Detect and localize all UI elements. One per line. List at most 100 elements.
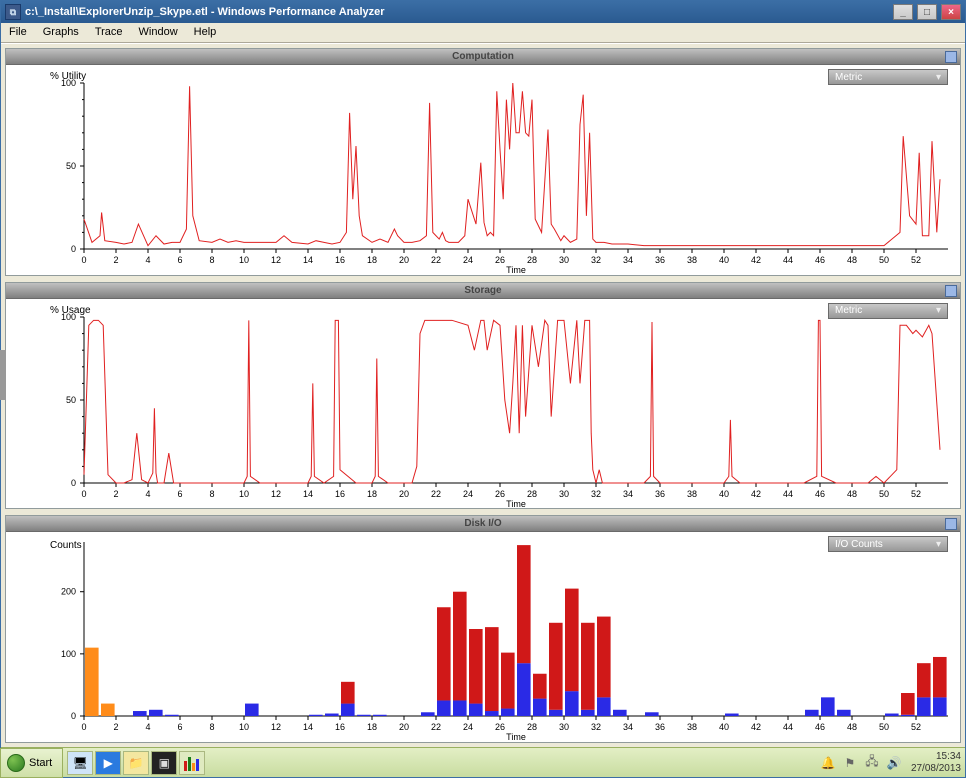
svg-text:12: 12: [271, 489, 281, 499]
svg-text:20: 20: [399, 722, 409, 732]
chart-dropdown-metric[interactable]: Metric: [828, 303, 948, 319]
panel-collapse-icon[interactable]: [945, 518, 957, 530]
maximize-button[interactable]: □: [917, 4, 937, 20]
svg-text:40: 40: [719, 255, 729, 265]
svg-text:14: 14: [303, 255, 313, 265]
taskbar-item[interactable]: 🖥: [67, 751, 93, 775]
taskbar-item[interactable]: ▶: [95, 751, 121, 775]
svg-text:24: 24: [463, 722, 473, 732]
close-button[interactable]: ×: [941, 4, 961, 20]
svg-text:6: 6: [177, 255, 182, 265]
panel-title: Storage: [464, 285, 501, 296]
svg-text:48: 48: [847, 722, 857, 732]
app-icon: ⧉: [5, 4, 21, 20]
svg-text:14: 14: [303, 489, 313, 499]
svg-text:200: 200: [61, 587, 76, 597]
svg-text:50: 50: [879, 489, 889, 499]
menu-help[interactable]: Help: [186, 23, 225, 42]
svg-text:26: 26: [495, 489, 505, 499]
tray-network-icon[interactable]: 🖧: [863, 754, 881, 772]
panel-collapse-icon[interactable]: [945, 285, 957, 297]
svg-text:28: 28: [527, 255, 537, 265]
svg-text:30: 30: [559, 722, 569, 732]
svg-text:8: 8: [209, 489, 214, 499]
svg-text:18: 18: [367, 489, 377, 499]
taskbar-item[interactable]: [179, 751, 205, 775]
svg-text:28: 28: [527, 722, 537, 732]
chart-dropdown-metric[interactable]: Metric: [828, 69, 948, 85]
svg-text:20: 20: [399, 489, 409, 499]
tray-sound-icon[interactable]: 🔊: [885, 754, 903, 772]
svg-text:50: 50: [66, 395, 76, 405]
taskbar-item[interactable]: ▣: [151, 751, 177, 775]
svg-text:26: 26: [495, 722, 505, 732]
svg-text:36: 36: [655, 722, 665, 732]
svg-text:46: 46: [815, 255, 825, 265]
minimize-button[interactable]: _: [893, 4, 913, 20]
taskbar-item[interactable]: 📁: [123, 751, 149, 775]
svg-text:22: 22: [431, 489, 441, 499]
svg-text:48: 48: [847, 489, 857, 499]
svg-text:50: 50: [879, 722, 889, 732]
svg-text:42: 42: [751, 722, 761, 732]
svg-text:4: 4: [145, 722, 150, 732]
svg-text:16: 16: [335, 722, 345, 732]
svg-text:32: 32: [591, 722, 601, 732]
svg-text:18: 18: [367, 722, 377, 732]
panel-title: Disk I/O: [464, 518, 501, 529]
svg-text:0: 0: [71, 478, 76, 488]
panel-header[interactable]: Disk I/O: [6, 516, 960, 532]
menu-window[interactable]: Window: [131, 23, 186, 42]
svg-text:52: 52: [911, 255, 921, 265]
svg-text:10: 10: [239, 255, 249, 265]
panel-header[interactable]: Computation: [6, 49, 960, 65]
svg-text:14: 14: [303, 722, 313, 732]
svg-text:52: 52: [911, 489, 921, 499]
svg-text:32: 32: [591, 489, 601, 499]
svg-text:34: 34: [623, 489, 633, 499]
clock[interactable]: 15:34 27/08/2013: [911, 751, 961, 775]
svg-text:% Utility: % Utility: [50, 71, 86, 82]
svg-text:0: 0: [71, 711, 76, 721]
panel-collapse-icon[interactable]: [945, 51, 957, 63]
svg-text:10: 10: [239, 489, 249, 499]
svg-text:10: 10: [239, 722, 249, 732]
svg-text:34: 34: [623, 722, 633, 732]
svg-text:8: 8: [209, 255, 214, 265]
svg-text:30: 30: [559, 255, 569, 265]
svg-text:12: 12: [271, 255, 281, 265]
svg-text:28: 28: [527, 489, 537, 499]
svg-text:36: 36: [655, 489, 665, 499]
svg-text:% Usage: % Usage: [50, 305, 91, 316]
svg-text:Time: Time: [506, 499, 526, 509]
svg-text:24: 24: [463, 489, 473, 499]
svg-text:30: 30: [559, 489, 569, 499]
window-title: c:\_Install\ExplorerUnzip_Skype.etl - Wi…: [25, 6, 385, 18]
menu-trace[interactable]: Trace: [87, 23, 131, 42]
chart-computation[interactable]: Metric 050100024681012141618202224262830…: [6, 65, 960, 275]
menu-file[interactable]: File: [1, 23, 35, 42]
svg-text:2: 2: [113, 722, 118, 732]
chart-dropdown-iocounts[interactable]: I/O Counts: [828, 536, 948, 552]
svg-text:16: 16: [335, 255, 345, 265]
chart-diskio[interactable]: I/O Counts 01002000246810121416182022242…: [6, 532, 960, 742]
start-button[interactable]: Start: [0, 748, 63, 778]
svg-text:50: 50: [879, 255, 889, 265]
svg-text:2: 2: [113, 489, 118, 499]
svg-text:20: 20: [399, 255, 409, 265]
svg-text:42: 42: [751, 489, 761, 499]
taskbar: Start 🖥 ▶ 📁 ▣ 🔔 ⚑ 🖧 🔊 15:34 27/08/2013: [1, 747, 965, 777]
chart-storage[interactable]: Metric 050100024681012141618202224262830…: [6, 299, 960, 509]
svg-text:6: 6: [177, 722, 182, 732]
panel-header[interactable]: Storage: [6, 283, 960, 299]
titlebar: ⧉ c:\_Install\ExplorerUnzip_Skype.etl - …: [1, 1, 965, 23]
svg-text:44: 44: [783, 255, 793, 265]
tray-flag-icon[interactable]: ⚑: [841, 754, 859, 772]
tray-icon[interactable]: 🔔: [819, 754, 837, 772]
svg-text:18: 18: [367, 255, 377, 265]
svg-text:38: 38: [687, 255, 697, 265]
svg-text:46: 46: [815, 489, 825, 499]
svg-text:4: 4: [145, 489, 150, 499]
menu-graphs[interactable]: Graphs: [35, 23, 87, 42]
svg-text:36: 36: [655, 255, 665, 265]
